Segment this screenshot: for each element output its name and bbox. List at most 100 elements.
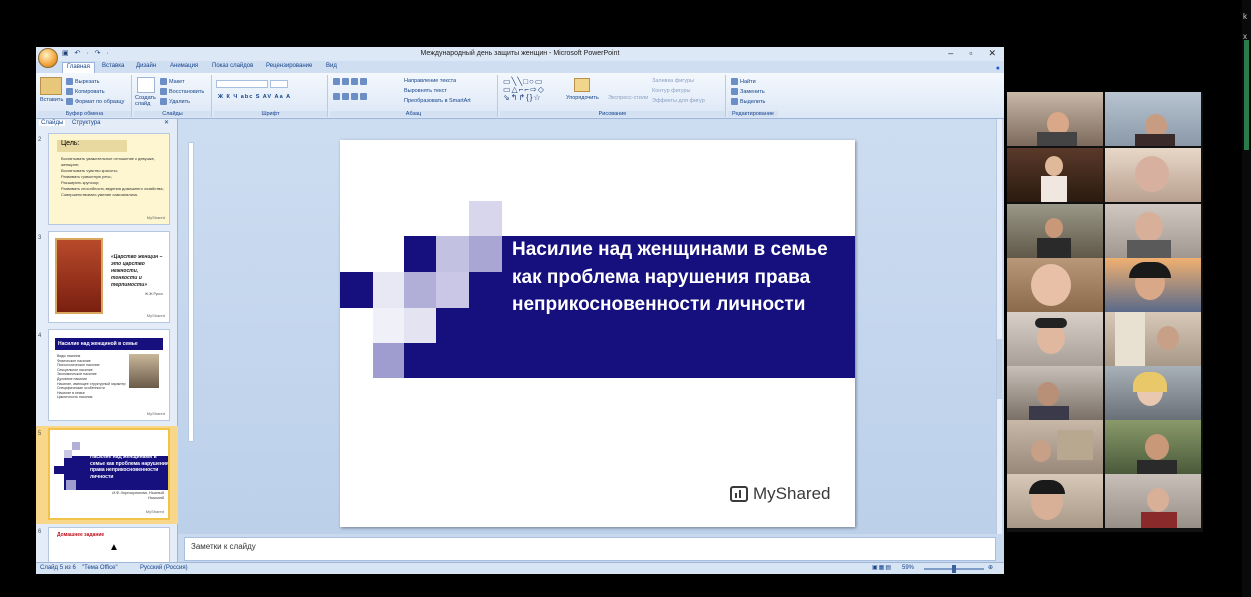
vertical-scrollbar[interactable]: [996, 119, 1002, 534]
slide-thumb-5[interactable]: Насилие над женщинами в семье как пробле…: [48, 428, 170, 520]
replace-button[interactable]: Заменить: [731, 88, 765, 95]
decor-square: [373, 272, 404, 308]
text-direction-button[interactable]: Направление текста: [404, 78, 456, 84]
thumb-title: Насилие над женщиной в семье: [55, 338, 163, 350]
reset-button[interactable]: Восстановить: [160, 88, 204, 95]
copy-button[interactable]: Копировать: [66, 88, 105, 95]
participant-tile[interactable]: [1105, 366, 1201, 420]
slides-group-label: Слайды: [134, 111, 211, 117]
slide-thumb-3[interactable]: «Царство женщин – это царство нежности, …: [48, 231, 170, 323]
notes-pane[interactable]: Заметки к слайду: [184, 537, 996, 561]
shapes-gallery[interactable]: ▭╲╲□○▭ ▭△⌐⌐⇨◇ ⇘↰↱{}☆: [503, 78, 565, 104]
vertical-ruler: [188, 142, 194, 442]
slide-title[interactable]: Насилие над женщинами в семье как пробле…: [512, 236, 852, 319]
participant-tile[interactable]: [1105, 204, 1201, 258]
smartart-button[interactable]: Преобразовать в SmartArt: [404, 98, 471, 104]
tab-slideshow[interactable]: Показ слайдов: [212, 63, 253, 69]
help-icon[interactable]: ●: [996, 65, 1000, 72]
paste-button[interactable]: Вставить: [40, 97, 63, 103]
slide-thumb-2[interactable]: Цель: Воспитывать уважительное отношение…: [48, 133, 170, 225]
tab-review[interactable]: Рецензирование: [266, 63, 312, 69]
reset-icon: [160, 88, 167, 95]
replace-label: Заменить: [740, 88, 765, 95]
language[interactable]: Русский (Россия): [140, 565, 188, 571]
slide-counter: Слайд 5 из 6: [40, 565, 76, 571]
participant-tile[interactable]: [1105, 312, 1201, 366]
participant-tile[interactable]: [1007, 474, 1103, 528]
zoom-level[interactable]: 59%: [902, 565, 914, 571]
slide-thumb-4[interactable]: Насилие над женщиной в семье Виды насили…: [48, 329, 170, 421]
layout-button[interactable]: Макет: [160, 78, 185, 85]
scroll-thumb[interactable]: [997, 339, 1002, 399]
zoom-slider[interactable]: [924, 565, 984, 573]
office-button[interactable]: [38, 48, 58, 68]
tab-animation[interactable]: Анимация: [170, 63, 198, 69]
logo-text: MyShared: [753, 484, 831, 503]
font-format-buttons[interactable]: Ж К Ч abc S AV Аа A: [218, 94, 291, 100]
slide-thumb-6[interactable]: Домашнее задание ▲: [48, 527, 170, 563]
participant-tile[interactable]: [1007, 204, 1103, 258]
participant-tile[interactable]: [1007, 366, 1103, 420]
thumb-logo: MyShared: [145, 509, 164, 514]
delete-label: Удалить: [169, 98, 190, 105]
indent-icon: [351, 78, 358, 85]
quick-styles-button[interactable]: Экспресс-стили: [608, 95, 648, 101]
group-paragraph: Направление текста Выровнять текст Преоб…: [330, 75, 498, 117]
tab-home[interactable]: Главная: [62, 62, 95, 73]
ribbon-tabs: Главная Вставка Дизайн Анимация Показ сл…: [36, 61, 1004, 73]
participant-tile[interactable]: [1105, 148, 1201, 202]
participant-tile[interactable]: [1105, 92, 1201, 146]
close-button[interactable]: ✕: [988, 48, 996, 59]
myshared-logo: MyShared: [730, 484, 830, 504]
new-slide-button[interactable]: Создать слайд: [135, 95, 159, 107]
format-painter-button[interactable]: Формат по образцу: [66, 98, 124, 105]
align-buttons[interactable]: [333, 93, 369, 100]
minimize-button[interactable]: –: [948, 48, 953, 59]
participant-tile[interactable]: [1007, 420, 1103, 474]
participant-tile[interactable]: [1105, 420, 1201, 474]
decor-square: [404, 308, 436, 343]
maximize-button[interactable]: ▫: [969, 48, 972, 59]
list-buttons[interactable]: [333, 78, 369, 85]
participant-tile[interactable]: [1007, 312, 1103, 366]
binoculars-icon: [731, 78, 738, 85]
scissors-icon: [66, 78, 73, 85]
shape-outline-button[interactable]: Контур фигуры: [652, 88, 690, 94]
thumb-title: Цель:: [57, 140, 127, 152]
shape-effects-button[interactable]: Эффекты для фигур: [652, 98, 705, 104]
tab-slides[interactable]: Слайды: [39, 120, 66, 126]
tab-outline[interactable]: Структура: [72, 120, 100, 126]
align-text-button[interactable]: Выровнять текст: [404, 88, 447, 94]
arrange-button[interactable]: Упорядочить: [566, 95, 599, 101]
align-center-icon: [342, 93, 349, 100]
tab-view[interactable]: Вид: [326, 63, 337, 69]
participant-tile[interactable]: [1007, 258, 1103, 312]
font-name-field[interactable]: [216, 80, 268, 88]
copy-label: Копировать: [75, 88, 105, 95]
group-clipboard: Вставить Вырезать Копировать Формат по о…: [38, 75, 132, 117]
edge-letter: k: [1243, 12, 1247, 21]
close-panel-icon[interactable]: ✕: [164, 119, 169, 126]
thumb-number: 6: [38, 529, 42, 535]
select-label: Выделить: [740, 98, 766, 105]
tab-insert[interactable]: Вставка: [102, 63, 124, 69]
cut-button[interactable]: Вырезать: [66, 78, 99, 85]
select-button[interactable]: Выделить: [731, 98, 765, 105]
replace-icon: [731, 88, 738, 95]
participant-tile[interactable]: [1105, 258, 1201, 312]
participant-tile[interactable]: [1105, 474, 1201, 528]
thumb-number: 5: [38, 431, 42, 437]
shape-fill-button[interactable]: Заливка фигуры: [652, 78, 694, 84]
thumb-square: [64, 450, 72, 458]
font-size-field[interactable]: [270, 80, 288, 88]
current-slide[interactable]: Насилие над женщинами в семье как пробле…: [340, 140, 855, 527]
fit-window-icon[interactable]: ⊕: [988, 564, 993, 571]
align-left-icon: [333, 93, 340, 100]
view-buttons[interactable]: ▣▦▤: [872, 564, 892, 571]
find-button[interactable]: Найти: [731, 78, 756, 85]
participant-tile[interactable]: [1007, 92, 1103, 146]
participant-tile[interactable]: [1007, 148, 1103, 202]
delete-slide-button[interactable]: Удалить: [160, 98, 190, 105]
thumb-quote: «Царство женщин – это царство нежности, …: [111, 254, 163, 288]
tab-design[interactable]: Дизайн: [136, 63, 156, 69]
